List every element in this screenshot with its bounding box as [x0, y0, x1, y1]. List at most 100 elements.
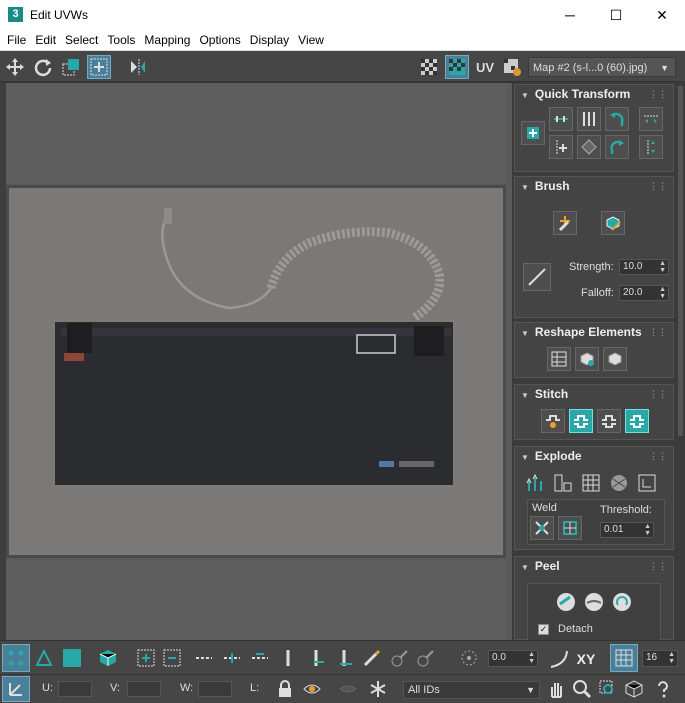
- close-button[interactable]: ✕: [639, 0, 685, 30]
- stitch-custom-icon[interactable]: [625, 409, 649, 433]
- rollout-header[interactable]: ▼ Quick Transform ⋮⋮: [515, 85, 673, 103]
- rotate-angle-spinner[interactable]: 0.0 ▲ ▼: [488, 650, 538, 667]
- weld-selected-icon[interactable]: [530, 516, 554, 540]
- spinner-arrows-icon[interactable]: ▲ ▼: [659, 286, 666, 300]
- menu-file[interactable]: File: [3, 30, 30, 51]
- drag-handle-icon[interactable]: ⋮⋮: [649, 557, 667, 575]
- show-map-icon[interactable]: [445, 55, 469, 79]
- set-pivot-icon[interactable]: [521, 121, 545, 145]
- paint-move-icon[interactable]: [553, 211, 577, 235]
- scale-tool-icon[interactable]: [59, 55, 83, 79]
- spinner-arrows-icon[interactable]: ▲ ▼: [659, 260, 666, 274]
- uv-toggle[interactable]: UV: [473, 55, 497, 79]
- reset-peel-icon[interactable]: [610, 590, 634, 614]
- shrink-loop-icon[interactable]: [248, 646, 272, 670]
- menu-select[interactable]: Select: [61, 30, 102, 51]
- align-to-edge-icon[interactable]: [549, 135, 573, 159]
- mirror-tool-icon[interactable]: [126, 55, 150, 79]
- grid-snap-icon[interactable]: [610, 644, 638, 672]
- spinner-arrows-icon[interactable]: ▲ ▼: [668, 651, 675, 665]
- edge-select-icon[interactable]: [32, 646, 56, 670]
- minimize-button[interactable]: ─: [547, 0, 593, 30]
- drag-handle-icon[interactable]: ⋮⋮: [649, 85, 667, 103]
- flatten-by-material-icon[interactable]: [635, 471, 659, 495]
- material-id-dropdown[interactable]: All IDs ▼: [403, 681, 540, 699]
- zoom-extents-icon[interactable]: [622, 677, 646, 701]
- weld-target-icon[interactable]: [558, 516, 582, 540]
- spinner-arrows-icon[interactable]: ▲ ▼: [644, 523, 651, 537]
- rollout-header[interactable]: ▼ Reshape Elements ⋮⋮: [515, 323, 673, 341]
- drag-handle-icon[interactable]: ⋮⋮: [649, 177, 667, 195]
- relax-brush-icon[interactable]: [601, 211, 625, 235]
- zoom-icon[interactable]: [570, 677, 594, 701]
- rollout-header[interactable]: ▼ Peel ⋮⋮: [515, 557, 673, 575]
- show-icon[interactable]: [336, 677, 360, 701]
- move-tool-icon[interactable]: [3, 55, 27, 79]
- paint-select-icon[interactable]: [360, 646, 384, 670]
- absolute-mode-icon[interactable]: [2, 676, 30, 702]
- detach-checkbox[interactable]: ✓: [538, 624, 549, 635]
- snap-spinner[interactable]: 16 ▲ ▼: [642, 650, 678, 667]
- scrollbar-thumb[interactable]: [678, 86, 683, 436]
- drag-handle-icon[interactable]: ⋮⋮: [649, 385, 667, 403]
- menu-options[interactable]: Options: [195, 30, 244, 51]
- ring-icon[interactable]: [280, 646, 296, 670]
- freeze-snowflake-icon[interactable]: [366, 677, 390, 701]
- falloff-curve-icon[interactable]: [523, 263, 551, 291]
- relax-settings-icon[interactable]: [603, 347, 627, 371]
- map-dropdown[interactable]: Map #2 (s-l...0 (60).jpg) ▼: [528, 57, 676, 77]
- stitch-average-icon[interactable]: [597, 409, 621, 433]
- element-select-icon[interactable]: [96, 646, 120, 670]
- menu-view[interactable]: View: [294, 30, 328, 51]
- checker-pattern-icon[interactable]: [417, 55, 441, 79]
- space-vertical-icon[interactable]: [639, 135, 663, 159]
- stitch-to-target-icon[interactable]: [541, 409, 565, 433]
- align-vertical-icon[interactable]: [577, 107, 601, 131]
- help-icon[interactable]: [650, 677, 676, 701]
- rotate-angle-icon[interactable]: [456, 646, 482, 670]
- rollout-header[interactable]: ▼ Explode ⋮⋮: [515, 447, 673, 465]
- lock-icon[interactable]: [274, 677, 296, 701]
- drag-handle-icon[interactable]: ⋮⋮: [649, 323, 667, 341]
- maximize-button[interactable]: ☐: [593, 0, 639, 30]
- menu-mapping[interactable]: Mapping: [140, 30, 194, 51]
- menu-display[interactable]: Display: [246, 30, 293, 51]
- rotate-minus-90-icon[interactable]: [605, 107, 629, 131]
- grow-loop-icon[interactable]: [220, 646, 244, 670]
- freeform-mode-icon[interactable]: [87, 55, 111, 79]
- hide-icon[interactable]: [300, 677, 324, 701]
- xy-axis-toggle[interactable]: XY: [574, 646, 598, 672]
- spinner-arrows-icon[interactable]: ▲ ▼: [528, 651, 535, 665]
- rollout-header[interactable]: ▼ Stitch ⋮⋮: [515, 385, 673, 403]
- menu-tools[interactable]: Tools: [103, 30, 139, 51]
- flatten-by-polygon-icon[interactable]: [579, 471, 603, 495]
- relax-icon[interactable]: [575, 347, 599, 371]
- vertex-select-icon[interactable]: [2, 644, 30, 672]
- shrink-selection-icon[interactable]: [160, 646, 184, 670]
- falloff-spinner[interactable]: 20.0 ▲ ▼: [619, 285, 669, 301]
- rotate-plus-90-icon[interactable]: [605, 135, 629, 159]
- drag-handle-icon[interactable]: ⋮⋮: [649, 447, 667, 465]
- align-horizontal-icon[interactable]: [549, 107, 573, 131]
- straighten-selection-icon[interactable]: [547, 347, 571, 371]
- u-coordinate-field[interactable]: [58, 681, 92, 697]
- detach-edge-icon[interactable]: [551, 471, 575, 495]
- grow-selection-icon[interactable]: [134, 646, 158, 670]
- panel-scrollbar[interactable]: [676, 82, 685, 640]
- space-horizontal-icon[interactable]: [639, 107, 663, 131]
- shrink-brush-icon[interactable]: [414, 646, 438, 670]
- strength-spinner[interactable]: 10.0 ▲ ▼: [619, 259, 669, 275]
- menu-edit[interactable]: Edit: [31, 30, 60, 51]
- peel-mode-icon[interactable]: [582, 590, 606, 614]
- quick-peel-icon[interactable]: [554, 590, 578, 614]
- rotate-tool-icon[interactable]: [31, 55, 55, 79]
- flatten-by-smoothing-icon[interactable]: [607, 471, 631, 495]
- w-coordinate-field[interactable]: [198, 681, 232, 697]
- stitch-to-source-icon[interactable]: [569, 409, 593, 433]
- loop-icon[interactable]: [192, 646, 216, 670]
- settings-gear-icon[interactable]: [500, 55, 524, 79]
- polygon-select-icon[interactable]: [60, 646, 84, 670]
- break-icon[interactable]: [523, 471, 547, 495]
- curve-tool-icon[interactable]: [546, 646, 572, 672]
- shrink-ring-icon[interactable]: [334, 646, 358, 670]
